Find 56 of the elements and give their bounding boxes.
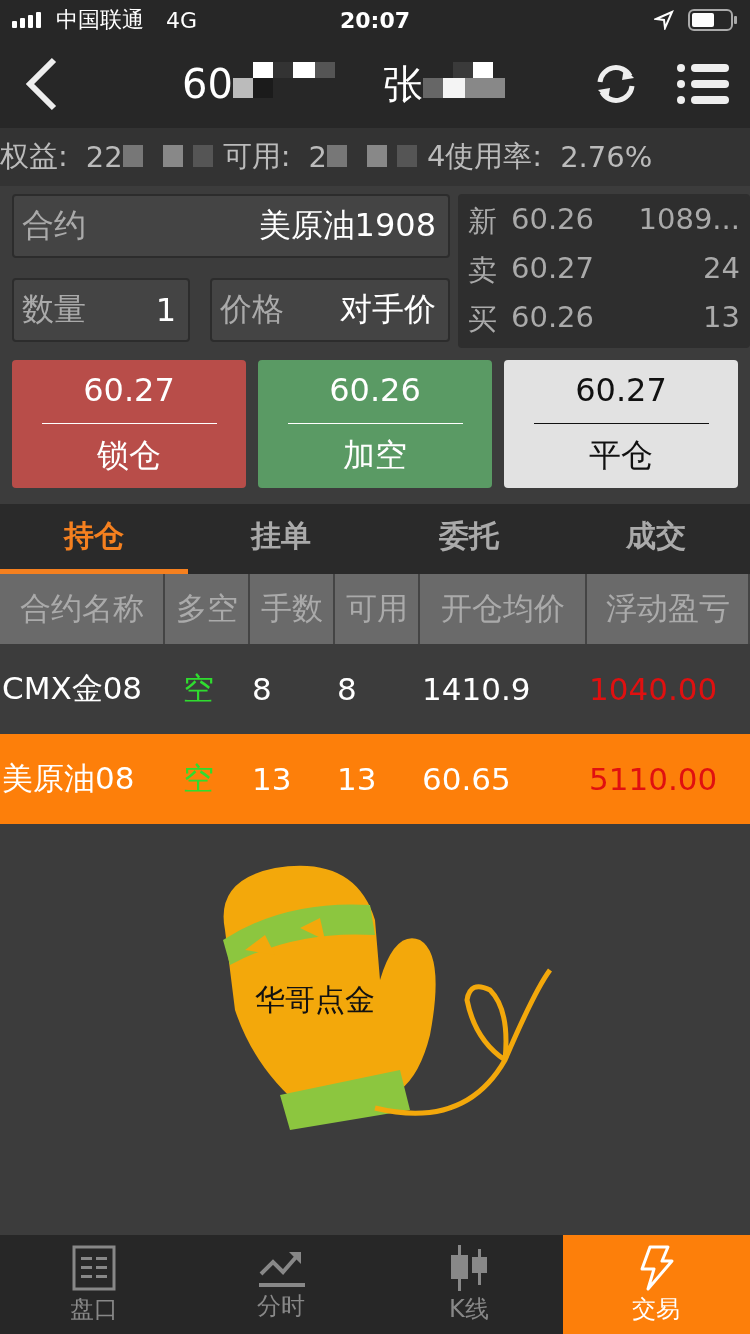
logo-text: 华哥点金 (255, 982, 375, 1017)
column-header: 可用 (335, 574, 420, 644)
column-header: 合约名称 (0, 574, 165, 644)
quote-volume: 1089... (638, 202, 740, 239)
list-icon (71, 1244, 116, 1291)
nav-tab[interactable]: 盘口 (0, 1235, 188, 1334)
carrier-text: 中国联通 (56, 6, 144, 34)
contract-field[interactable]: 合约 美原油1908 (12, 194, 450, 258)
quote-label: 卖 (468, 252, 497, 289)
tab[interactable]: 成交 (562, 504, 750, 574)
network-text: 4G (166, 7, 198, 33)
column-header: 手数 (250, 574, 335, 644)
quote-price: 60.26 (511, 202, 595, 239)
quote-volume: 24 (703, 251, 740, 287)
location-arrow-icon (654, 10, 674, 30)
table-cell-text: 8 (336, 671, 358, 707)
table-cell-text: 13 (336, 761, 378, 797)
table-cell-text: 空 (182, 669, 215, 708)
account-label: 可用: (222, 138, 291, 175)
table-cell-text: 1040.00 (588, 671, 719, 707)
table-cell-text: 1410.9 (421, 671, 532, 707)
nav-tab[interactable]: 分时 (187, 1235, 375, 1334)
price-field[interactable]: 价格 对手价 (210, 278, 450, 342)
trade-button[interactable]: 60.27 锁仓 (12, 360, 246, 488)
quote-price: 60.27 (511, 251, 595, 287)
column-header: 多空 (165, 574, 250, 644)
account-name-text: 张 (382, 59, 423, 109)
quote-label: 买 (468, 300, 497, 338)
table-cell-text: 5110.00 (588, 761, 719, 797)
quote-price: 60.26 (511, 299, 595, 336)
account-number-text: 60 (182, 61, 233, 107)
table-cell-text: 空 (182, 759, 215, 798)
trade-button[interactable]: 60.26 加空 (258, 360, 492, 488)
table-cell-text: 美原油08 (1, 759, 136, 798)
lightning-icon (638, 1244, 675, 1291)
table-cell-text: 60.65 (421, 761, 512, 797)
quote-volume: 13 (703, 299, 740, 336)
trade-button[interactable]: 60.27 平仓 (504, 360, 738, 488)
account-value: 2.76% (560, 140, 653, 174)
table-cell-text: CMX金08 (1, 669, 144, 708)
quote-label: 新 (468, 203, 497, 241)
account-value: 22 (85, 140, 123, 174)
table-cell-text: 8 (251, 671, 273, 707)
account-label: 4使用率: (426, 138, 543, 175)
column-header: 浮动盈亏 (587, 574, 750, 644)
nav-tab[interactable]: K线 (375, 1235, 563, 1334)
quantity-field[interactable]: 数量 1 (12, 278, 190, 342)
tab[interactable]: 挂单 (187, 504, 375, 574)
clock-text: 20:07 (340, 7, 410, 33)
menu-button[interactable] (676, 62, 730, 106)
tab[interactable]: 委托 (375, 504, 563, 574)
column-header: 开仓均价 (420, 574, 587, 644)
account-label: 权益: (0, 138, 68, 175)
table-cell-text: 13 (251, 761, 293, 797)
battery-icon (688, 8, 738, 32)
account-value: 2 (308, 140, 327, 174)
